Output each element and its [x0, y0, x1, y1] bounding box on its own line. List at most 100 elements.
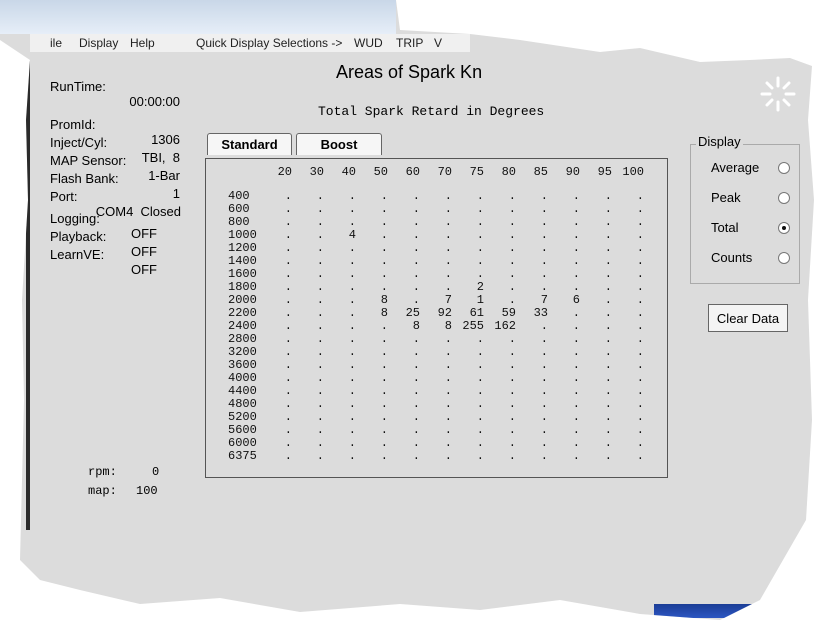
left-border: [26, 60, 30, 530]
average-radio[interactable]: [778, 162, 790, 174]
grid-cell: .: [572, 423, 580, 437]
menu-v[interactable]: V: [434, 36, 442, 50]
grid-cell: .: [572, 332, 580, 346]
grid-cell: .: [572, 202, 580, 216]
grid-cell: .: [284, 358, 292, 372]
grid-cell: .: [540, 319, 548, 333]
grid-cell: .: [636, 410, 644, 424]
counts-label: Counts: [711, 250, 753, 265]
counts-radio[interactable]: [778, 252, 790, 264]
column-header: 30: [309, 165, 324, 179]
grid-cell: .: [444, 397, 452, 411]
grid-cell: .: [476, 332, 484, 346]
grid-cell: .: [572, 228, 580, 242]
menu-file[interactable]: ile: [50, 36, 62, 50]
grid-cell: .: [604, 293, 612, 307]
grid-cell: .: [636, 384, 644, 398]
row-header: 1200: [228, 241, 257, 255]
grid-cell: .: [380, 423, 388, 437]
grid-cell: .: [380, 345, 388, 359]
clear-data-button[interactable]: Clear Data: [708, 304, 788, 332]
taskbar-fragment: [654, 604, 754, 618]
grid-cell: .: [508, 358, 516, 372]
grid-cell: .: [444, 189, 452, 203]
grid-cell: .: [540, 436, 548, 450]
row-header: 6375: [228, 449, 257, 463]
row-header: 400: [228, 189, 250, 203]
total-radio[interactable]: [778, 222, 790, 234]
column-header: 20: [277, 165, 292, 179]
grid-cell: .: [412, 449, 420, 463]
grid-cell: 61: [469, 306, 484, 320]
grid-cell: .: [540, 410, 548, 424]
grid-cell: .: [572, 449, 580, 463]
grid-cell: .: [572, 267, 580, 281]
row-header: 3200: [228, 345, 257, 359]
grid-cell: .: [540, 384, 548, 398]
grid-cell: .: [636, 371, 644, 385]
grid-cell: .: [348, 241, 356, 255]
menu-quick-display[interactable]: Quick Display Selections ->: [196, 36, 342, 50]
grid-cell: 7: [444, 293, 452, 307]
map-label: map:: [88, 484, 117, 498]
grid-cell: .: [604, 345, 612, 359]
grid-cell: .: [636, 280, 644, 294]
column-header: 100: [622, 165, 644, 179]
grid-cell: 8: [444, 319, 452, 333]
grid-cell: .: [284, 345, 292, 359]
grid-cell: .: [284, 371, 292, 385]
peak-radio[interactable]: [778, 192, 790, 204]
grid-cell: .: [380, 215, 388, 229]
grid-cell: .: [348, 202, 356, 216]
row-header: 4800: [228, 397, 257, 411]
grid-cell: .: [444, 423, 452, 437]
tab-standard[interactable]: Standard: [207, 133, 292, 155]
grid-cell: .: [348, 384, 356, 398]
app-window: ile Display Help Quick Display Selection…: [0, 0, 814, 620]
grid-cell: .: [540, 254, 548, 268]
grid-cell: .: [508, 384, 516, 398]
grid-cell: .: [572, 189, 580, 203]
grid-cell: .: [380, 436, 388, 450]
row-header: 6000: [228, 436, 257, 450]
grid-cell: .: [284, 384, 292, 398]
grid-cell: .: [348, 423, 356, 437]
menu-help[interactable]: Help: [130, 36, 155, 50]
grid-cell: .: [284, 189, 292, 203]
grid-cell: .: [348, 410, 356, 424]
grid-cell: .: [604, 397, 612, 411]
grid-cell: .: [572, 215, 580, 229]
row-header: 2800: [228, 332, 257, 346]
grid-cell: .: [316, 397, 324, 411]
grid-cell: .: [508, 202, 516, 216]
tab-boost[interactable]: Boost: [296, 133, 382, 155]
grid-cell: .: [412, 345, 420, 359]
grid-cell: .: [540, 280, 548, 294]
grid-cell: .: [412, 241, 420, 255]
grid-cell: 6: [572, 293, 580, 307]
grid-cell: .: [412, 371, 420, 385]
grid-cell: .: [540, 267, 548, 281]
grid-cell: .: [476, 384, 484, 398]
grid-cell: .: [284, 228, 292, 242]
grid-cell: .: [540, 189, 548, 203]
grid-cell: .: [380, 241, 388, 255]
menu-display[interactable]: Display: [79, 36, 118, 50]
grid-cell: .: [316, 280, 324, 294]
grid-cell: .: [316, 436, 324, 450]
grid-cell: .: [476, 267, 484, 281]
grid-cell: .: [444, 449, 452, 463]
grid-cell: .: [444, 267, 452, 281]
display-legend: Display: [696, 134, 743, 149]
grid-cell: .: [540, 215, 548, 229]
grid-cell: .: [316, 254, 324, 268]
menu-trip[interactable]: TRIP: [396, 36, 423, 50]
grid-cell: .: [540, 423, 548, 437]
grid-cell: .: [508, 293, 516, 307]
grid-cell: .: [380, 228, 388, 242]
grid-cell: .: [412, 254, 420, 268]
row-header: 2200: [228, 306, 257, 320]
grid-cell: .: [476, 358, 484, 372]
menu-wud[interactable]: WUD: [354, 36, 383, 50]
grid-cell: .: [444, 410, 452, 424]
